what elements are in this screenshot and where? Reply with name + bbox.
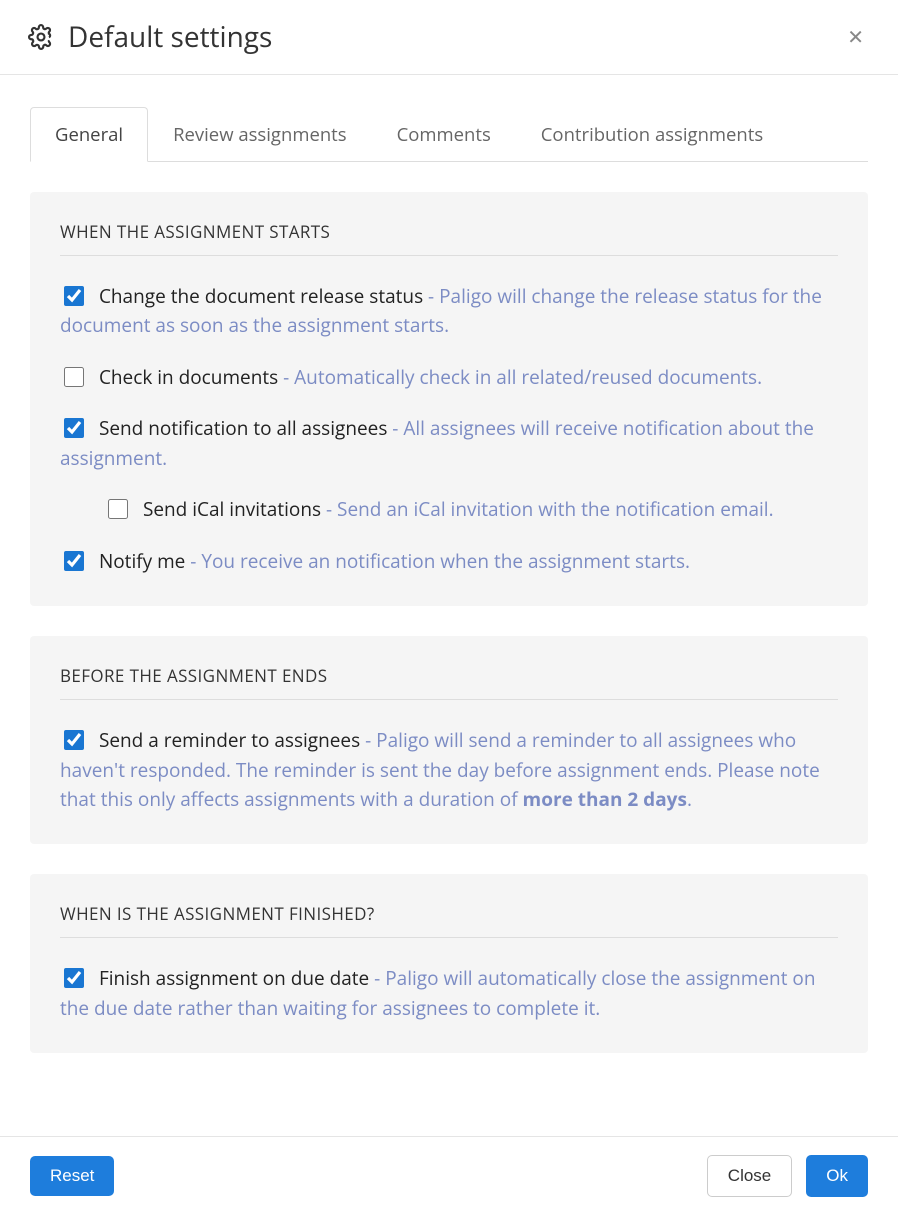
header-left: Default settings — [28, 18, 272, 56]
panel-assignment-starts: WHEN THE ASSIGNMENT STARTS Change the do… — [30, 192, 868, 606]
option-label: Finish assignment on due date — [99, 965, 369, 991]
option-desc-post: . — [687, 786, 692, 812]
option-desc-bold: more than 2 days — [523, 786, 687, 812]
panel-title: WHEN IS THE ASSIGNMENT FINISHED? — [60, 902, 838, 938]
option-send-notification: Send notification to all assignees - All… — [60, 414, 838, 473]
option-notify-me: Notify me - You receive an notification … — [60, 547, 838, 576]
option-label: Send iCal invitations — [143, 496, 321, 522]
panel-title: WHEN THE ASSIGNMENT STARTS — [60, 220, 838, 256]
option-change-release-status: Change the document release status - Pal… — [60, 282, 838, 341]
gear-icon — [28, 24, 54, 50]
checkbox-send-notification[interactable] — [64, 418, 84, 438]
panel-before-ends: BEFORE THE ASSIGNMENT ENDS Send a remind… — [30, 636, 868, 844]
option-send-reminder: Send a reminder to assignees - Paligo wi… — [60, 726, 838, 814]
option-desc: - Send an iCal invitation with the notif… — [321, 496, 774, 522]
checkbox-notify-me[interactable] — [64, 551, 84, 571]
checkbox-finish-on-due-date[interactable] — [64, 968, 84, 988]
checkbox-send-reminder[interactable] — [64, 730, 84, 750]
close-button[interactable]: Close — [707, 1155, 792, 1197]
dialog-header: Default settings ✕ — [0, 0, 898, 75]
checkbox-change-release-status[interactable] — [64, 286, 84, 306]
option-send-ical: Send iCal invitations - Send an iCal inv… — [104, 495, 838, 524]
option-finish-on-due-date: Finish assignment on due date - Paligo w… — [60, 964, 838, 1023]
option-check-in-documents: Check in documents - Automatically check… — [60, 363, 838, 392]
tab-contribution-assignments[interactable]: Contribution assignments — [516, 107, 788, 162]
dialog-title: Default settings — [68, 18, 272, 56]
option-desc: - You receive an notification when the a… — [185, 548, 690, 574]
panel-finished: WHEN IS THE ASSIGNMENT FINISHED? Finish … — [30, 874, 868, 1053]
checkbox-send-ical[interactable] — [108, 499, 128, 519]
dialog-body: General Review assignments Comments Cont… — [0, 76, 898, 1136]
footer-right: Close Ok — [707, 1155, 868, 1197]
option-label: Check in documents — [99, 364, 278, 390]
dialog-footer: Reset Close Ok — [0, 1136, 898, 1214]
tab-review-assignments[interactable]: Review assignments — [148, 107, 372, 162]
tab-comments[interactable]: Comments — [372, 107, 516, 162]
panel-title: BEFORE THE ASSIGNMENT ENDS — [60, 664, 838, 700]
option-label: Change the document release status — [99, 283, 423, 309]
option-label: Send notification to all assignees — [99, 415, 387, 441]
tab-general[interactable]: General — [30, 107, 148, 162]
checkbox-check-in-documents[interactable] — [64, 367, 84, 387]
close-icon[interactable]: ✕ — [841, 21, 870, 53]
option-desc: - Automatically check in all related/reu… — [278, 364, 762, 390]
reset-button[interactable]: Reset — [30, 1156, 114, 1196]
option-label: Notify me — [99, 548, 185, 574]
ok-button[interactable]: Ok — [806, 1155, 868, 1197]
tab-bar: General Review assignments Comments Cont… — [30, 106, 868, 162]
option-label: Send a reminder to assignees — [99, 727, 360, 753]
